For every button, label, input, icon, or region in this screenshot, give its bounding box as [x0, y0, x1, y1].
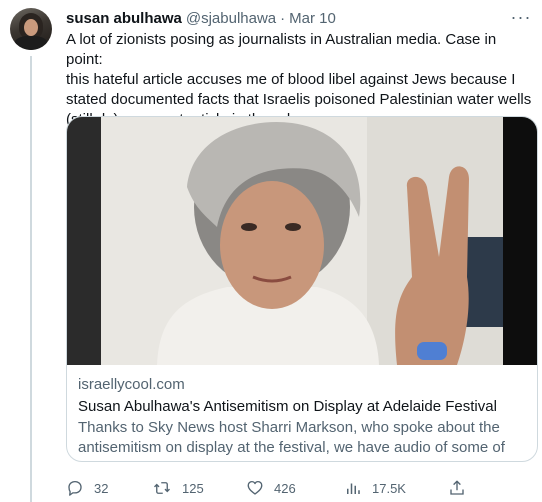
- avatar-body: [14, 36, 48, 50]
- repost-count: 125: [182, 480, 204, 496]
- share-button[interactable]: [446, 477, 468, 499]
- tweet-text-line: this hateful article accuses me of blood…: [66, 71, 516, 88]
- card-description: Thanks to Sky News host Sharri Markson, …: [78, 419, 505, 456]
- tweet-text-line: stated documented facts that Israelis po…: [66, 91, 532, 108]
- avatar[interactable]: [10, 8, 52, 50]
- more-icon[interactable]: ···: [510, 8, 532, 26]
- card-meta: israellycool.com Susan Abulhawa's Antise…: [78, 375, 528, 458]
- heart-icon: [247, 480, 263, 495]
- author-name[interactable]: susan abulhawa: [66, 10, 182, 27]
- reply-count: 32: [94, 480, 109, 496]
- author-handle[interactable]: @sjabulhawa: [186, 10, 276, 27]
- bar-chart-icon: [347, 483, 360, 494]
- separator: ·: [280, 9, 286, 27]
- views-count: 17.5K: [372, 480, 406, 496]
- card-photo: [67, 117, 537, 365]
- like-count: 426: [274, 480, 296, 496]
- link-card[interactable]: israellycool.com Susan Abulhawa's Antise…: [66, 116, 538, 462]
- tweet-date[interactable]: Mar 10: [289, 10, 336, 27]
- repost-icon: [154, 482, 170, 494]
- card-image: [67, 117, 537, 365]
- tweet-text: A lot of zionists posing as journalists …: [66, 30, 532, 130]
- share-icon: [450, 480, 464, 495]
- like-button[interactable]: 426: [246, 477, 296, 499]
- action-bar: 32 125 426 17.5K: [66, 477, 466, 499]
- tweet-header: susan abulhawa @sjabulhawa · Mar 10: [66, 8, 336, 28]
- reply-icon: [68, 480, 82, 496]
- tweet[interactable]: susan abulhawa @sjabulhawa · Mar 10 ··· …: [0, 0, 542, 502]
- repost-button[interactable]: 125: [152, 477, 204, 499]
- views-button[interactable]: 17.5K: [344, 477, 406, 499]
- card-title: Susan Abulhawa's Antisemitism on Display…: [78, 398, 497, 415]
- thread-line: [30, 56, 32, 502]
- avatar-face: [24, 19, 38, 36]
- card-domain: israellycool.com: [78, 376, 185, 393]
- tweet-text-line: A lot of zionists posing as journalists …: [66, 31, 497, 68]
- reply-button[interactable]: 32: [66, 477, 108, 499]
